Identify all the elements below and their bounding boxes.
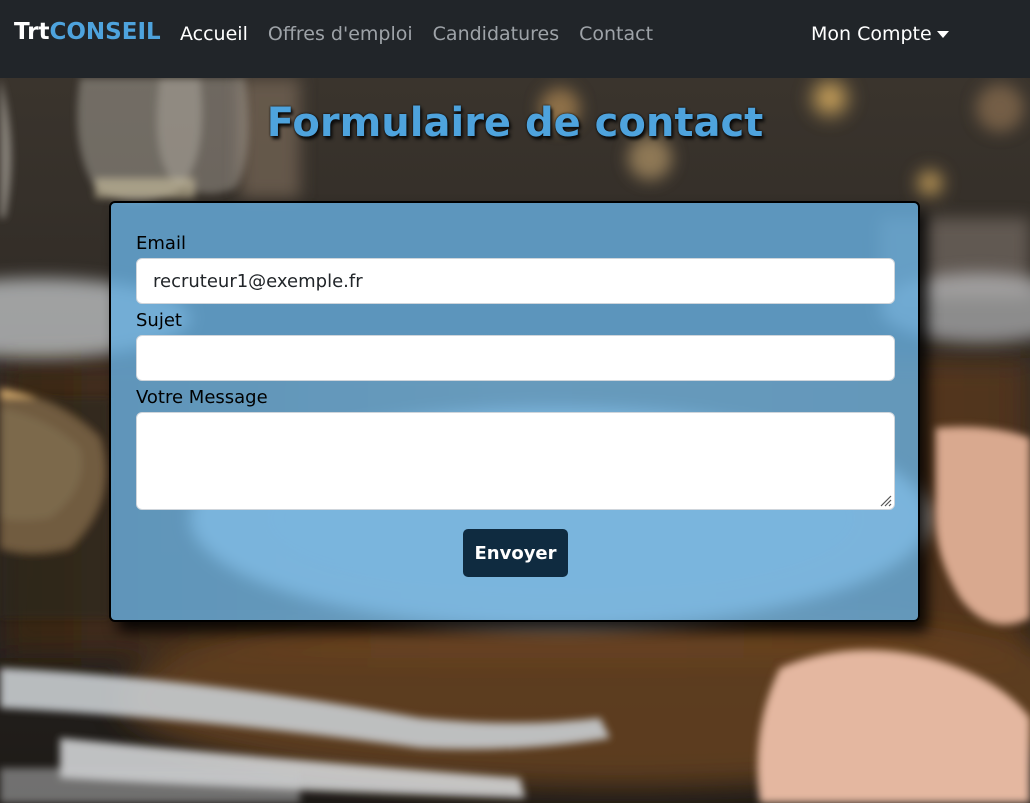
brand-logo[interactable]: TrtCONSEIL xyxy=(14,19,161,45)
email-label: Email xyxy=(136,233,186,254)
page-title: Formulaire de contact xyxy=(266,100,764,146)
resize-handle-icon[interactable] xyxy=(878,493,892,507)
nav-link-accueil[interactable]: Accueil xyxy=(180,23,248,45)
account-label: Mon Compte xyxy=(811,23,932,45)
submit-button[interactable]: Envoyer xyxy=(463,529,568,577)
brand-part2: CONSEIL xyxy=(49,19,161,45)
subject-field[interactable] xyxy=(136,335,895,381)
nav-link-contact[interactable]: Contact xyxy=(579,23,653,45)
nav-link-candidatures[interactable]: Candidatures xyxy=(433,23,559,45)
message-textarea[interactable] xyxy=(136,412,895,510)
message-label: Votre Message xyxy=(136,387,268,408)
nav-link-offres[interactable]: Offres d'emploi xyxy=(268,23,413,45)
brand-part1: Trt xyxy=(14,19,50,45)
email-field[interactable]: recruteur1@exemple.fr xyxy=(136,258,895,304)
account-dropdown[interactable]: Mon Compte xyxy=(811,23,949,45)
top-navbar: TrtCONSEIL Accueil Offres d'emploi Candi… xyxy=(0,0,1030,78)
caret-down-icon xyxy=(936,31,949,38)
email-field-value: recruteur1@exemple.fr xyxy=(153,270,363,292)
subject-label: Sujet xyxy=(136,310,182,331)
nav-links: Accueil Offres d'emploi Candidatures Con… xyxy=(180,23,653,45)
contact-form-card: Email recruteur1@exemple.fr Sujet Votre … xyxy=(109,201,920,622)
